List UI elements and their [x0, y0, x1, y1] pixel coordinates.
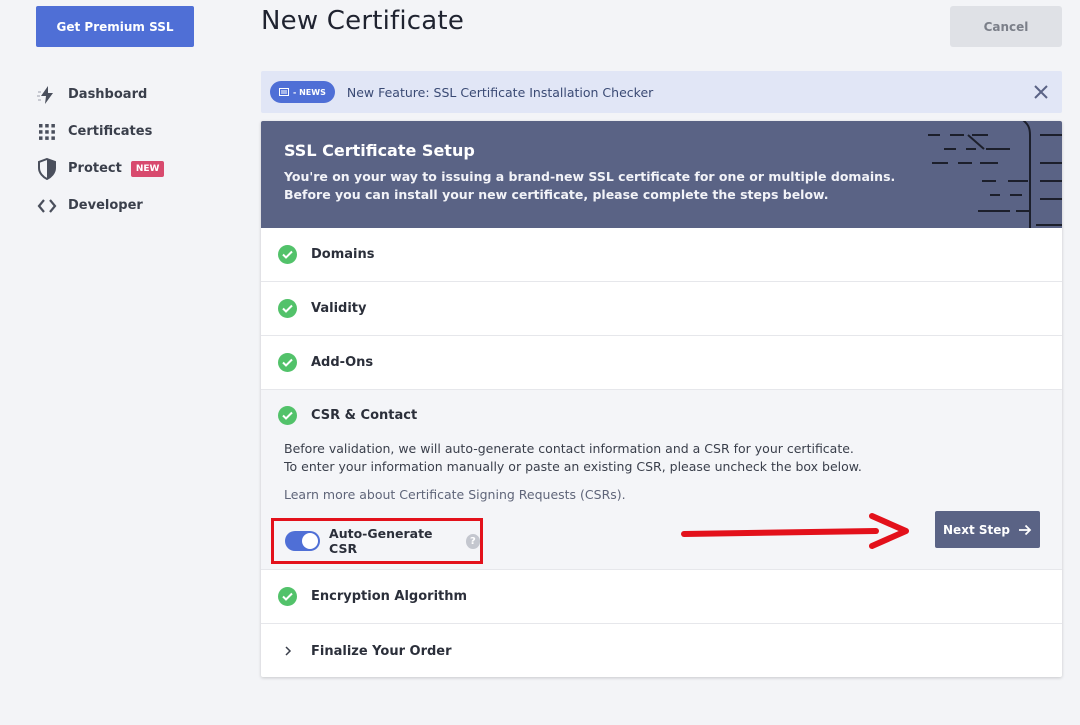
- csr-description: Before validation, we will auto-generate…: [261, 440, 1062, 504]
- step-domains[interactable]: Domains: [261, 228, 1062, 282]
- step-encryption-algorithm[interactable]: Encryption Algorithm: [261, 570, 1062, 624]
- csr-text-line2: To enter your information manually or pa…: [284, 459, 862, 474]
- setup-header: SSL Certificate Setup You're on your way…: [261, 121, 1062, 228]
- sidebar-item-label: Certificates: [68, 124, 153, 139]
- step-csr-contact: CSR & Contact Before validation, we will…: [261, 390, 1062, 570]
- check-circle-icon: [278, 405, 297, 425]
- next-step-label: Next Step: [943, 522, 1010, 537]
- auto-generate-csr-label: Auto-Generate CSR: [329, 526, 433, 556]
- sidebar-item-protect[interactable]: Protect NEW: [36, 150, 165, 187]
- arrow-right-icon: [1018, 524, 1032, 535]
- step-label: Domains: [311, 247, 375, 262]
- check-circle-icon: [278, 353, 297, 372]
- newspaper-icon: [279, 88, 289, 96]
- step-csr-header[interactable]: CSR & Contact: [261, 390, 1062, 440]
- csr-text-line1: Before validation, we will auto-generate…: [284, 441, 854, 456]
- auto-generate-csr-toggle[interactable]: [285, 531, 321, 551]
- news-pill-label: - NEWS: [293, 87, 326, 97]
- step-validity[interactable]: Validity: [261, 282, 1062, 336]
- sidebar-item-certificates[interactable]: Certificates: [36, 113, 164, 150]
- step-label: Add-Ons: [311, 355, 374, 370]
- certificate-setup-card: SSL Certificate Setup You're on your way…: [261, 121, 1062, 677]
- shield-icon: [36, 157, 58, 180]
- sidebar-item-label: Dashboard: [68, 87, 148, 102]
- sidebar-item-label: Protect: [68, 161, 122, 176]
- page-title: New Certificate: [261, 6, 465, 36]
- new-badge: NEW: [130, 160, 165, 177]
- cancel-button[interactable]: Cancel: [950, 6, 1062, 47]
- decorative-lines: [928, 121, 1062, 228]
- bolt-icon: [36, 84, 58, 106]
- annotation-arrow-icon: [681, 513, 909, 549]
- help-icon[interactable]: ?: [465, 533, 480, 549]
- auto-generate-csr-highlight: Auto-Generate CSR ?: [271, 518, 483, 564]
- step-label: Validity: [311, 301, 367, 316]
- chevron-right-icon: [278, 645, 297, 657]
- sidebar-item-dashboard[interactable]: Dashboard: [36, 76, 164, 113]
- learn-more-csr-link[interactable]: Learn more about Certificate Signing Req…: [284, 486, 626, 504]
- get-premium-ssl-button[interactable]: Get Premium SSL: [36, 6, 194, 47]
- close-icon[interactable]: [1030, 81, 1052, 103]
- check-circle-icon: [278, 299, 297, 318]
- news-pill: - NEWS: [270, 81, 335, 103]
- code-icon: [36, 195, 58, 217]
- step-finalize-order[interactable]: Finalize Your Order: [261, 624, 1062, 677]
- news-link[interactable]: New Feature: SSL Certificate Installatio…: [347, 85, 653, 100]
- step-label: Encryption Algorithm: [311, 589, 468, 604]
- step-label: CSR & Contact: [311, 407, 418, 423]
- sidebar-item-developer[interactable]: Developer: [36, 187, 164, 224]
- sidebar-item-label: Developer: [68, 198, 143, 213]
- step-label: Finalize Your Order: [311, 643, 452, 659]
- toggle-knob: [302, 533, 319, 549]
- grid-icon: [36, 121, 58, 143]
- step-addons[interactable]: Add-Ons: [261, 336, 1062, 390]
- check-circle-icon: [278, 587, 297, 606]
- next-step-button[interactable]: Next Step: [935, 511, 1040, 548]
- sidebar-nav: Dashboard Certificates Protect NEW Devel…: [36, 76, 165, 224]
- check-circle-icon: [278, 245, 297, 264]
- news-banner: - NEWS New Feature: SSL Certificate Inst…: [261, 71, 1062, 113]
